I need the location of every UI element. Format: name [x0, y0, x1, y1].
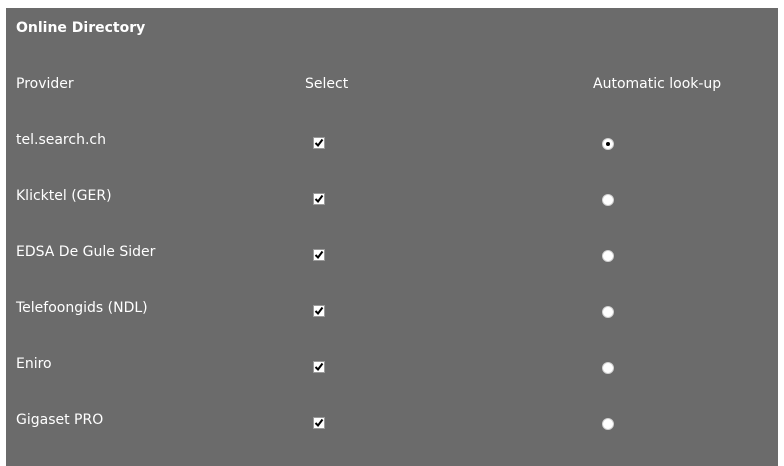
table-row: Telefoongids (NDL) — [6, 296, 778, 326]
check-icon — [314, 250, 324, 260]
provider-name: EDSA De Gule Sider — [16, 244, 156, 260]
online-directory-panel: Online Directory Provider Select Automat… — [6, 8, 778, 466]
check-icon — [314, 418, 324, 428]
provider-name: Gigaset PRO — [16, 412, 104, 428]
automatic-lookup-radio[interactable] — [602, 362, 614, 374]
provider-name: tel.search.ch — [16, 132, 106, 148]
table-row: Klicktel (GER) — [6, 184, 778, 214]
automatic-lookup-column-header: Automatic look-up — [593, 76, 722, 92]
select-checkbox[interactable] — [313, 361, 325, 373]
table-row: Eniro — [6, 352, 778, 382]
table-row: EDSA De Gule Sider — [6, 240, 778, 270]
select-checkbox[interactable] — [313, 417, 325, 429]
radio-selected-dot — [606, 142, 610, 146]
automatic-lookup-radio[interactable] — [602, 306, 614, 318]
automatic-lookup-radio[interactable] — [602, 194, 614, 206]
automatic-lookup-radio[interactable] — [602, 250, 614, 262]
provider-name: Klicktel (GER) — [16, 188, 112, 204]
check-icon — [314, 362, 324, 372]
table-row: Gigaset PRO — [6, 408, 778, 438]
check-icon — [314, 138, 324, 148]
check-icon — [314, 194, 324, 204]
table-row: tel.search.ch — [6, 128, 778, 158]
select-checkbox[interactable] — [313, 193, 325, 205]
check-icon — [314, 306, 324, 316]
provider-name: Telefoongids (NDL) — [16, 300, 148, 316]
table-header: Provider Select Automatic look-up — [6, 72, 778, 102]
panel-title: Online Directory — [16, 20, 146, 36]
select-checkbox[interactable] — [313, 305, 325, 317]
select-checkbox[interactable] — [313, 137, 325, 149]
provider-name: Eniro — [16, 356, 52, 372]
select-checkbox[interactable] — [313, 249, 325, 261]
provider-column-header: Provider — [16, 76, 74, 92]
automatic-lookup-radio[interactable] — [602, 138, 614, 150]
automatic-lookup-radio[interactable] — [602, 418, 614, 430]
select-column-header: Select — [305, 76, 349, 92]
